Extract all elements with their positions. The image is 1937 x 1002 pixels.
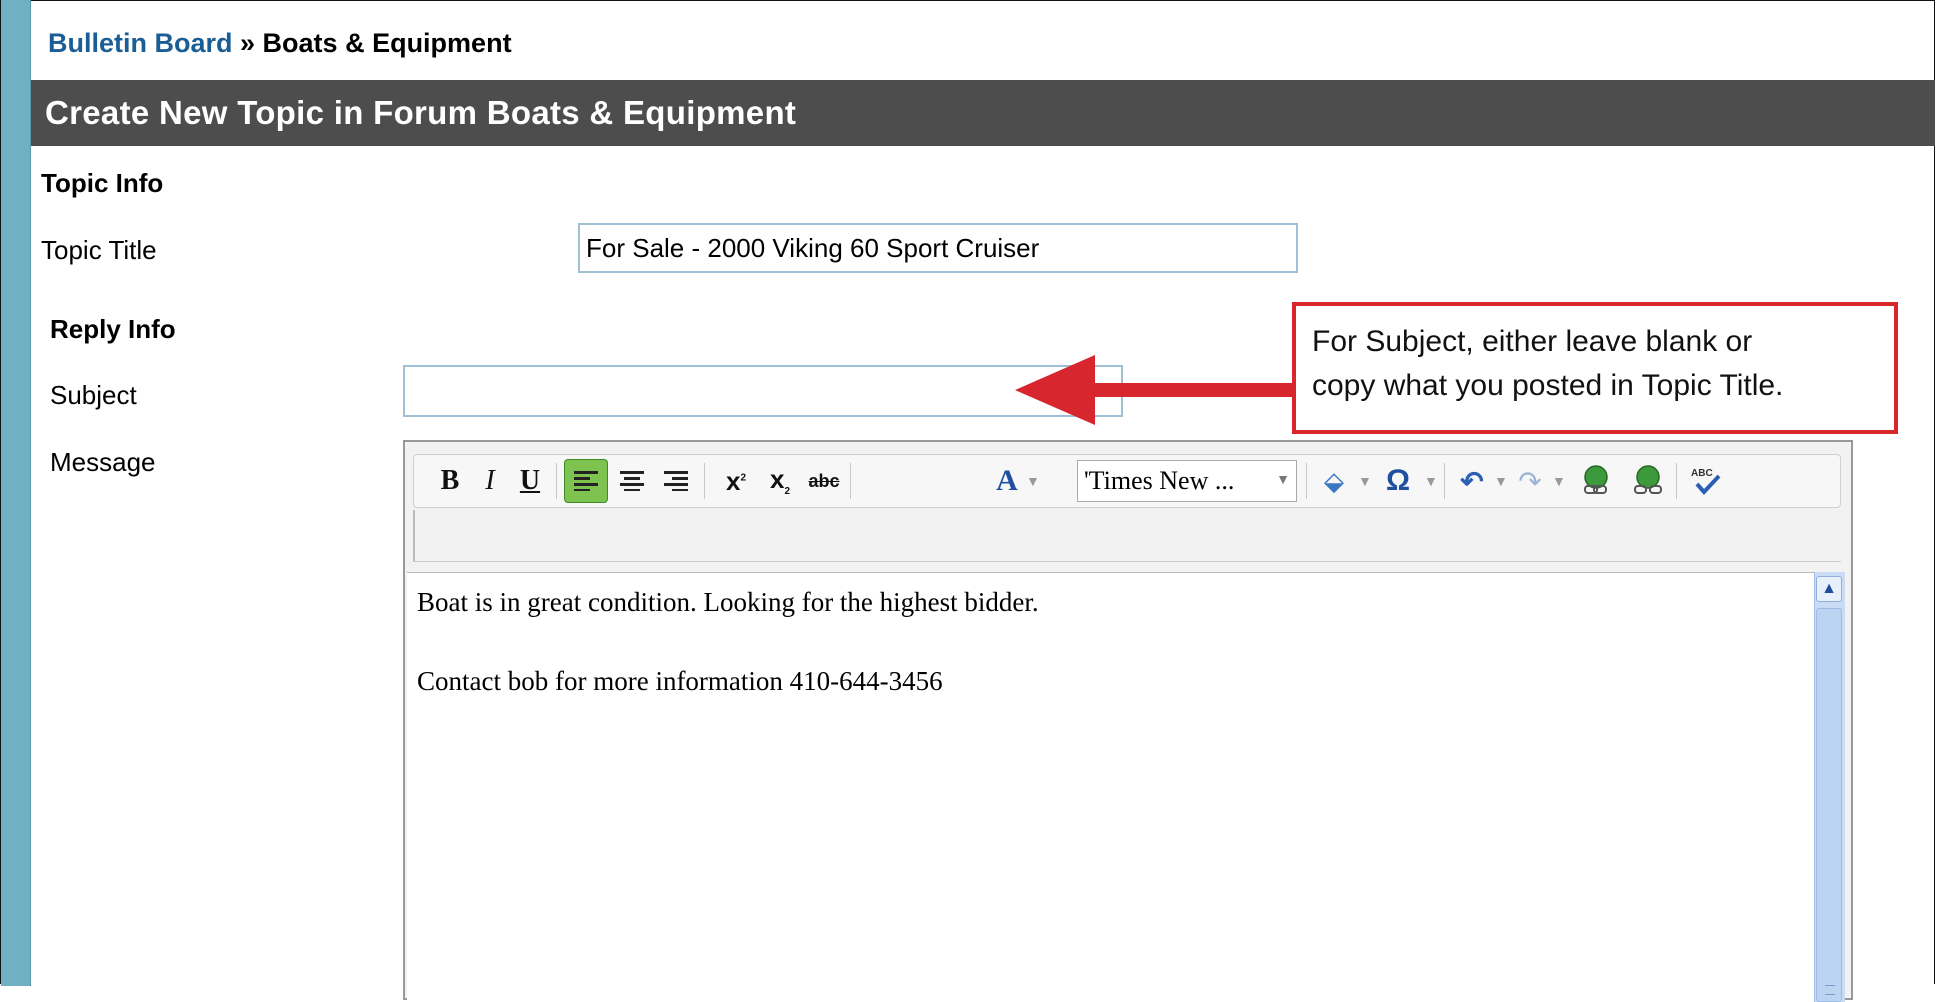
left-sidebar-strip [1,0,31,986]
underline-button[interactable]: U [508,459,552,503]
callout-line-2: copy what you posted in Topic Title. [1312,369,1784,402]
editor-toolbar: B I U x2 x2 abc A ▼ 'Times New ... ▼ ⬙ ▼… [413,454,1841,508]
page-title-bar: Create New Topic in Forum Boats & Equipm… [31,80,1935,146]
redo-icon: ↷ [1518,465,1542,497]
breadcrumb-link-bulletin-board[interactable]: Bulletin Board [48,28,233,58]
scroll-up-button[interactable]: ▲ [1816,576,1842,602]
chevron-down-icon: ▼ [1276,473,1290,488]
message-line-2: Contact bob for more information 410-644… [417,666,943,696]
redo-button[interactable]: ↷ [1508,459,1552,503]
font-name-value: 'Times New ... [1084,466,1235,495]
topic-title-label: Topic Title [41,235,157,265]
vertical-scrollbar[interactable]: ▲ [1814,572,1845,1002]
superscript-icon: x2 [725,465,747,496]
callout-box: For Subject, either leave blank or copy … [1292,302,1898,434]
toolbar-separator [556,463,557,499]
special-character-button[interactable]: Ω [1376,459,1420,503]
topic-title-input[interactable]: For Sale - 2000 Viking 60 Sport Cruiser [578,223,1298,273]
reply-info-heading: Reply Info [50,314,176,344]
breadcrumb: Bulletin Board » Boats & Equipment [48,28,512,59]
globe-link-icon [1584,465,1608,494]
paint-bucket-icon: ⬙ [1324,465,1344,496]
align-left-button[interactable] [564,459,608,503]
redo-dropdown-icon[interactable]: ▼ [1552,473,1566,489]
font-color-button[interactable]: A [990,459,1024,503]
special-character-dropdown-icon[interactable]: ▼ [1424,473,1438,489]
callout-line-1: For Subject, either leave blank or [1312,325,1753,358]
spellcheck-icon: ABC [1691,468,1721,495]
message-line-1: Boat is in great condition. Looking for … [417,587,1039,617]
undo-button[interactable]: ↶ [1450,459,1494,503]
editor-toolbar-row-2 [413,510,1841,562]
superscript-button[interactable]: x2 [714,459,758,503]
align-left-icon [574,471,598,491]
remove-link-button[interactable] [1626,459,1670,503]
font-name-select[interactable]: 'Times New ... ▼ [1077,460,1297,502]
callout-arrow [1015,355,1295,425]
svg-text:ABC: ABC [1691,468,1713,479]
message-label: Message [50,447,156,477]
undo-icon: ↶ [1460,465,1484,497]
align-center-icon [620,471,644,491]
highlight-color-button[interactable]: ⬙ [1312,459,1356,503]
breadcrumb-current: Boats & Equipment [262,28,512,58]
align-center-button[interactable] [610,459,654,503]
toolbar-separator [1444,463,1445,499]
align-right-button[interactable] [654,459,698,503]
message-editor: B I U x2 x2 abc A ▼ 'Times New ... ▼ ⬙ ▼… [403,440,1853,1002]
toolbar-separator [1676,463,1677,499]
globe-unlink-icon [1634,465,1662,494]
highlight-dropdown-icon[interactable]: ▼ [1358,473,1372,489]
italic-button[interactable]: I [468,459,512,503]
message-content-area[interactable]: Boat is in great condition. Looking for … [407,572,1825,1002]
insert-link-button[interactable] [1574,459,1618,503]
subject-label: Subject [50,380,137,410]
subscript-icon: x2 [769,464,791,498]
breadcrumb-separator: » [232,28,263,58]
font-color-dropdown-icon[interactable]: ▼ [1026,473,1040,489]
scroll-thumb[interactable] [1816,608,1842,1002]
toolbar-separator [850,463,851,499]
scroll-grip-icon [1825,985,1835,995]
spellcheck-button[interactable]: ABC [1684,459,1728,503]
topic-info-heading: Topic Info [41,168,164,198]
toolbar-separator [1306,463,1307,499]
undo-dropdown-icon[interactable]: ▼ [1494,473,1508,489]
strikethrough-button[interactable]: abc [802,459,846,503]
page-title: Create New Topic in Forum Boats & Equipm… [45,94,797,131]
align-right-icon [664,471,688,491]
subscript-button[interactable]: x2 [758,459,802,503]
bold-button[interactable]: B [428,459,472,503]
toolbar-separator [704,463,705,499]
